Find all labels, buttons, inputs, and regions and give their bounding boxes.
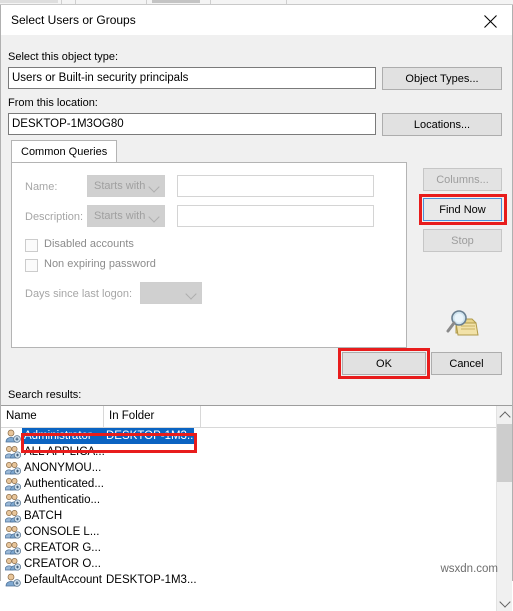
chevron-down-icon (499, 596, 511, 608)
description-operator-value: Starts with (94, 210, 146, 222)
user-icon (5, 429, 21, 443)
table-row[interactable]: CREATOR O... (1, 556, 496, 572)
watermark: wsxdn.com (440, 563, 498, 575)
table-row[interactable]: Authenticated... (1, 476, 496, 492)
name-value-input[interactable] (177, 175, 374, 197)
table-row[interactable]: DefaultAccount DESKTOP-1M3... (1, 572, 496, 588)
select-users-or-groups-dialog: Select Users or Groups Select this objec… (0, 5, 513, 611)
group-icon (4, 493, 22, 507)
table-row[interactable]: Authenticatio... (1, 492, 496, 508)
days-since-last-logon-label: Days since last logon: (25, 288, 132, 300)
non-expiring-password-label: Non expiring password (44, 258, 156, 270)
scrollbar-thumb[interactable] (497, 424, 512, 482)
non-expiring-password-checkbox[interactable] (25, 259, 38, 272)
location-label: From this location: (8, 97, 98, 109)
row-name: ANONYMOU... (24, 462, 102, 474)
disabled-accounts-label: Disabled accounts (44, 238, 134, 250)
column-header-filler (201, 406, 496, 427)
chevron-up-icon (499, 411, 511, 423)
table-row[interactable]: CONSOLE L... (1, 524, 496, 540)
search-results-listview[interactable]: Name In Folder Administrator DESKTOP-1M3.… (1, 405, 512, 611)
group-icon (4, 445, 22, 459)
row-in-folder: DESKTOP-1M3... (106, 430, 197, 442)
locations-button[interactable]: Locations... (382, 113, 502, 136)
row-name: ALL APPLICA... (24, 446, 105, 458)
row-name: CONSOLE L... (24, 526, 100, 538)
row-name: Authenticated... (24, 478, 104, 490)
table-row[interactable]: BATCH (1, 508, 496, 524)
group-icon (4, 525, 22, 539)
search-results-label: Search results: (8, 389, 82, 401)
name-label: Name: (25, 181, 58, 193)
list-column-header: Name In Folder (1, 406, 512, 428)
column-header-in-folder[interactable]: In Folder (104, 406, 201, 427)
columns-button[interactable]: Columns... (423, 168, 502, 191)
results-vertical-scrollbar[interactable] (496, 406, 512, 611)
object-types-button[interactable]: Object Types... (382, 67, 502, 90)
stop-button[interactable]: Stop (423, 229, 502, 252)
object-type-field[interactable]: Users or Built-in security principals (8, 67, 376, 89)
window-title: Select Users or Groups (11, 13, 136, 27)
common-queries-panel: Name: Starts with Description: Starts wi… (11, 162, 407, 348)
group-icon (4, 477, 22, 491)
dialog-client-area: Select this object type: Users or Built-… (1, 35, 512, 611)
row-name: Authenticatio... (24, 494, 101, 506)
row-name: CREATOR O... (24, 558, 101, 570)
result-rows: Administrator DESKTOP-1M3... ALL APPLICA..… (1, 428, 496, 588)
magnifier-folder-icon (446, 310, 479, 336)
location-field[interactable]: DESKTOP-1M3OG80 (8, 113, 376, 135)
row-name: Administrator (24, 430, 92, 442)
group-icon (4, 509, 22, 523)
table-row[interactable]: CREATOR G... (1, 540, 496, 556)
group-icon (4, 557, 22, 571)
user-icon (5, 573, 21, 587)
find-now-button[interactable]: Find Now (423, 198, 502, 221)
chevron-down-icon (185, 288, 197, 300)
name-operator-value: Starts with (94, 180, 146, 192)
disabled-accounts-checkbox[interactable] (25, 239, 38, 252)
name-operator-combo[interactable]: Starts with (87, 175, 165, 197)
object-type-label: Select this object type: (8, 51, 119, 63)
row-in-folder: DESKTOP-1M3... (106, 574, 197, 586)
chevron-down-icon (148, 181, 160, 193)
tab-strip: Common Queries (11, 140, 407, 162)
scroll-up-button[interactable] (497, 406, 512, 423)
group-icon (4, 541, 22, 555)
row-name: CREATOR G... (24, 542, 101, 554)
table-row[interactable]: ANONYMOU... (1, 460, 496, 476)
description-value-input[interactable] (177, 205, 374, 227)
group-icon (4, 461, 22, 475)
close-icon (484, 15, 497, 28)
table-row[interactable]: Administrator DESKTOP-1M3... (1, 428, 496, 444)
row-name: DefaultAccount (24, 574, 102, 586)
chevron-down-icon (148, 211, 160, 223)
days-since-last-logon-combo[interactable] (140, 282, 202, 304)
description-operator-combo[interactable]: Starts with (87, 205, 165, 227)
scroll-down-button[interactable] (497, 595, 512, 611)
cancel-button[interactable]: Cancel (431, 352, 502, 375)
row-name: BATCH (24, 510, 63, 522)
ok-button[interactable]: OK (342, 352, 426, 375)
column-header-name[interactable]: Name (1, 406, 104, 427)
tab-common-queries[interactable]: Common Queries (11, 140, 118, 162)
description-label: Description: (25, 211, 84, 223)
close-button[interactable] (468, 5, 512, 34)
table-row[interactable]: ALL APPLICA... (1, 444, 496, 460)
title-bar: Select Users or Groups (1, 5, 512, 36)
